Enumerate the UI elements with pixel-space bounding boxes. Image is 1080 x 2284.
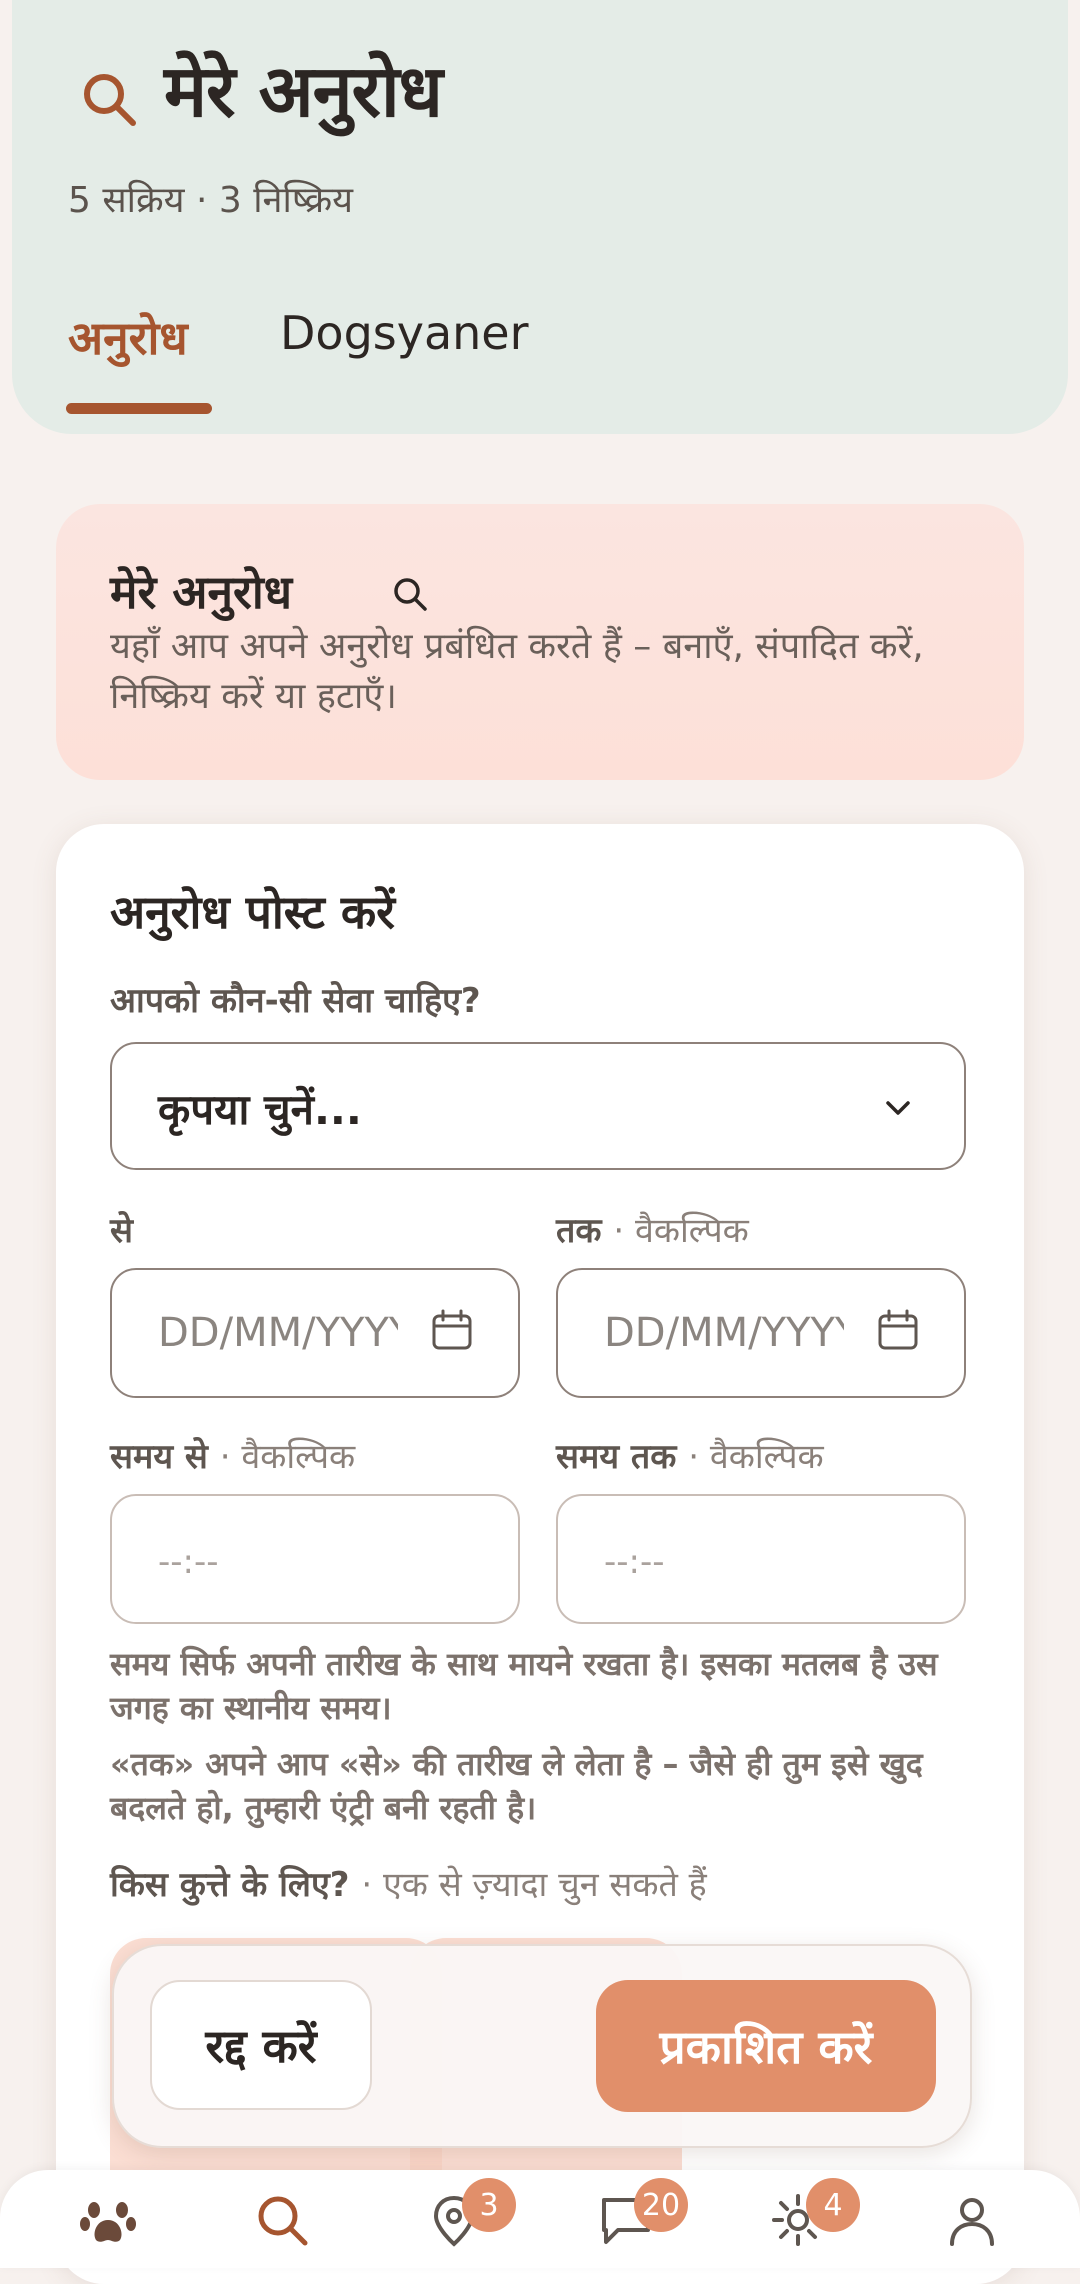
activity-badge: 4 <box>806 2178 860 2232</box>
time-from-placeholder: --:-- <box>158 1542 219 1582</box>
to-date-label: तक · वैकल्पिक <box>556 1211 749 1251</box>
service-select[interactable]: कृपया चुनें... <box>110 1042 966 1170</box>
nav-dogs[interactable] <box>78 2190 138 2250</box>
time-from-field[interactable]: --:-- <box>110 1494 520 1624</box>
time-from-label: समय से · वैकल्पिक <box>110 1437 356 1477</box>
bottom-navigation: 3 20 4 <box>0 2170 1080 2268</box>
info-card-text: यहाँ आप अपने अनुरोध प्रबंधित करते हैं – … <box>110 626 924 717</box>
search-icon[interactable] <box>78 68 142 132</box>
page-title: मेरे अनुरोध <box>164 49 443 133</box>
page-header: मेरे अनुरोध 5 सक्रिय · 3 निष्क्रिय अनुरो… <box>12 0 1068 434</box>
map-badge: 3 <box>462 2178 516 2232</box>
nav-map[interactable]: 3 <box>424 2178 516 2250</box>
form-action-bar: रद्द करें प्रकाशित करें <box>112 1944 972 2148</box>
request-status-counts: 5 सक्रिय · 3 निष्क्रिय <box>68 180 354 221</box>
from-date-label: से <box>110 1211 133 1251</box>
from-date-field[interactable]: DD/MM/YYYY <box>110 1268 520 1398</box>
paw-icon <box>80 2202 136 2242</box>
service-select-value: कृपया चुनें... <box>158 1085 362 1134</box>
info-card-title: मेरे अनुरोध <box>110 565 293 619</box>
publish-button[interactable]: प्रकाशित करें <box>596 1980 936 2112</box>
from-date-placeholder: DD/MM/YYYY <box>158 1310 398 1356</box>
chevron-down-icon <box>886 1101 910 1115</box>
info-card: मेरे अनुरोध यहाँ आप अपने अनुरोध प्रबंधित… <box>56 504 1024 780</box>
nav-messages[interactable]: 20 <box>596 2178 688 2250</box>
calendar-icon[interactable] <box>430 1308 474 1352</box>
form-title: अनुरोध पोस्ट करें <box>110 885 395 939</box>
time-to-label: समय तक · वैकल्पिक <box>556 1437 824 1477</box>
to-date-help-text: «तक» अपने आप «से» की तारीख ले लेता है – … <box>110 1745 923 1827</box>
to-date-placeholder: DD/MM/YYYY <box>604 1310 844 1356</box>
tab-requests[interactable]: अनुरोध <box>68 306 188 368</box>
tab-dogsyaner[interactable]: Dogsyaner <box>280 306 529 360</box>
user-icon <box>950 2198 994 2246</box>
time-to-field[interactable]: --:-- <box>556 1494 966 1624</box>
search-icon <box>394 578 427 611</box>
active-tab-indicator <box>66 403 212 414</box>
calendar-icon[interactable] <box>876 1308 920 1352</box>
dogs-label: किस कुत्ते के लिए? · एक से ज़्यादा चुन स… <box>110 1865 707 1905</box>
search-icon <box>258 2196 308 2246</box>
time-help-text: समय सिर्फ अपनी तारीख के साथ मायने रखता ह… <box>110 1645 938 1727</box>
nav-search[interactable] <box>252 2190 312 2250</box>
nav-profile[interactable] <box>942 2190 1002 2250</box>
time-to-placeholder: --:-- <box>604 1542 665 1582</box>
messages-badge: 20 <box>634 2178 688 2232</box>
cancel-button[interactable]: रद्द करें <box>150 1980 372 2110</box>
nav-activity[interactable]: 4 <box>768 2178 860 2250</box>
to-date-field[interactable]: DD/MM/YYYY <box>556 1268 966 1398</box>
service-label: आपको कौन-सी सेवा चाहिए? <box>110 981 481 1021</box>
